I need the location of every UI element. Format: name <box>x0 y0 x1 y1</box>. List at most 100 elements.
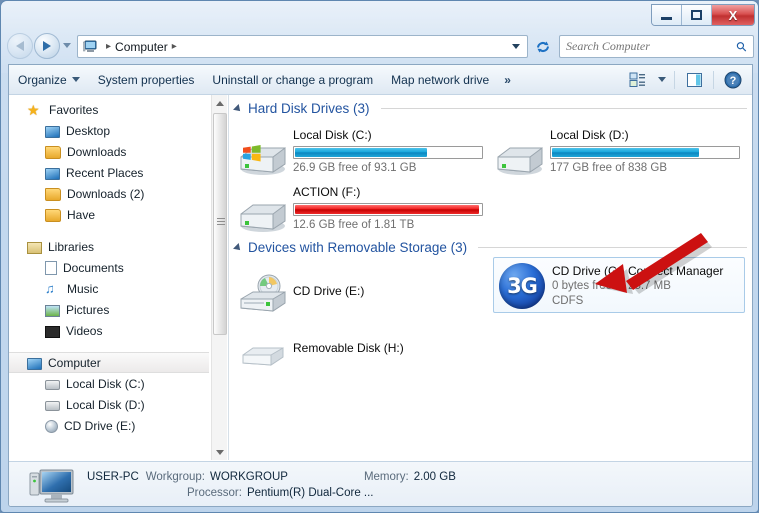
star-icon: ★ <box>27 101 40 118</box>
address-dropdown-icon[interactable] <box>512 44 520 49</box>
section-header-hard-disk-drives[interactable]: Hard Disk Drives (3) <box>233 101 747 116</box>
sidebar-item-music[interactable]: ♫ Music <box>9 278 209 299</box>
sidebar-item-music-label: Music <box>67 281 99 296</box>
drive-capacity-local-disk-d: 177 GB free of 838 GB <box>550 162 667 174</box>
recent-places-icon <box>45 167 60 180</box>
capacity-bar-action-f <box>293 203 483 216</box>
sidebar-item-videos[interactable]: Videos <box>9 320 209 341</box>
drive-info-cd-drive-g: CD Drive (G:) Connect Manager 0 bytes fr… <box>552 262 723 309</box>
views-icon <box>629 72 645 87</box>
search-box[interactable]: ⚲ <box>559 35 754 58</box>
capacity-bar-local-disk-c <box>293 146 483 159</box>
sidebar-item-pictures[interactable]: Pictures <box>9 299 209 320</box>
refresh-icon <box>537 41 549 52</box>
chevron-up-icon <box>216 100 224 106</box>
preview-pane-button[interactable] <box>679 68 709 92</box>
back-arrow-icon <box>16 41 24 51</box>
client-area: Organize System properties Uninstall or … <box>8 64 753 507</box>
drive-tile-local-disk-c[interactable]: Local Disk (C:) 26.9 GB free of 93.1 GB <box>237 123 495 179</box>
sidebar-item-cd-drive-e[interactable]: CD Drive (E:) <box>9 415 209 436</box>
uninstall-or-change-program-button[interactable]: Uninstall or change a program <box>203 69 382 91</box>
close-button[interactable]: X <box>712 5 754 25</box>
help-button[interactable]: ? <box>718 68 748 92</box>
scrollbar-thumb[interactable] <box>213 113 227 335</box>
sidebar-item-local-disk-d[interactable]: Local Disk (D:) <box>9 394 209 415</box>
sidebar-item-downloads-2[interactable]: Downloads (2) <box>9 183 209 204</box>
navigation-pane[interactable]: ★ Favorites Desktop Downloads Recent Pla… <box>9 95 209 460</box>
back-button[interactable] <box>7 33 33 59</box>
removable-disk-icon <box>242 347 284 366</box>
sidebar-item-desktop[interactable]: Desktop <box>9 120 209 141</box>
music-icon: ♫ <box>45 280 55 296</box>
map-network-drive-label: Map network drive <box>391 72 490 87</box>
sidebar-item-have[interactable]: Have <box>9 204 209 225</box>
sidebar-item-recent-places[interactable]: Recent Places <box>9 162 209 183</box>
navigation-scrollbar[interactable] <box>211 95 227 460</box>
sidebar-group-favorites[interactable]: ★ Favorites <box>9 99 209 120</box>
forward-button[interactable] <box>34 33 60 59</box>
sidebar-item-desktop-label: Desktop <box>66 123 111 138</box>
refresh-button[interactable] <box>531 35 555 58</box>
chevron-down-icon <box>658 77 666 82</box>
title-bar: X <box>1 1 758 29</box>
details-row-2: Processor: Pentium(R) Dual-Core ... <box>87 485 456 501</box>
search-input[interactable] <box>566 39 738 54</box>
section-label-hard-disk-drives: Hard Disk Drives (3) <box>248 101 370 116</box>
address-bar[interactable]: ▸ Computer ▸ <box>77 35 528 58</box>
sidebar-item-documents-label: Documents <box>63 260 124 275</box>
sidebar-item-computer-label: Computer <box>48 355 101 370</box>
toolbar-overflow-button[interactable]: » <box>498 69 517 91</box>
help-icon: ? <box>724 71 742 88</box>
sidebar-group-favorites-label: Favorites <box>49 102 99 117</box>
scroll-up-button[interactable] <box>212 95 228 111</box>
breadcrumb-computer[interactable]: Computer <box>115 40 168 54</box>
nav-buttons <box>7 33 60 59</box>
sidebar-group-libraries[interactable]: Libraries <box>9 236 209 257</box>
sidebar-item-documents[interactable]: Documents <box>9 257 209 278</box>
drive-tile-removable-disk-h[interactable]: Removable Disk (H:) <box>237 320 495 376</box>
sidebar-item-have-label: Have <box>67 207 96 222</box>
content-pane[interactable]: Hard Disk Drives (3) Local Disk (C:) 26.… <box>229 95 752 460</box>
breadcrumb-separator-1: ▸ <box>106 41 112 52</box>
change-view-button[interactable] <box>622 68 652 92</box>
drive-tile-action-f[interactable]: ACTION (F:) 12.6 GB free of 1.81 TB <box>237 180 495 236</box>
drive-capacity-cd-drive-g: 0 bytes free of 25.7 MB <box>552 280 671 292</box>
forward-arrow-icon <box>43 41 51 51</box>
sidebar-item-local-disk-c[interactable]: Local Disk (C:) <box>9 373 209 394</box>
drive-name-cd-drive-e: CD Drive (E:) <box>293 284 365 298</box>
capacity-bar-fill <box>552 148 699 157</box>
hdd-icon <box>45 401 60 411</box>
map-network-drive-button[interactable]: Map network drive <box>382 69 498 91</box>
drive-tile-cd-drive-e[interactable]: CD Drive (E:) <box>237 263 495 319</box>
minimize-button[interactable] <box>652 5 682 25</box>
hdd-icon <box>497 147 543 175</box>
video-icon <box>45 325 60 338</box>
drive-name-local-disk-d: Local Disk (D:) <box>550 128 629 142</box>
collapse-triangle-icon[interactable] <box>233 242 243 253</box>
sidebar-item-local-disk-d-label: Local Disk (D:) <box>66 397 145 412</box>
capacity-bar-fill <box>295 205 480 214</box>
scroll-down-button[interactable] <box>212 444 228 460</box>
computer-icon <box>29 469 74 503</box>
maximize-button[interactable] <box>682 5 712 25</box>
change-view-dropdown-button[interactable] <box>654 68 670 92</box>
drive-tile-cd-drive-g[interactable]: 3G CD Drive (G:) Connect Manager 0 bytes… <box>493 257 745 313</box>
workgroup-value: WORKGROUP <box>210 471 288 483</box>
section-header-removable-storage[interactable]: Devices with Removable Storage (3) <box>233 240 747 255</box>
toolbar-divider <box>674 70 675 89</box>
recent-pages-dropdown-icon[interactable] <box>63 43 71 48</box>
downloads-icon <box>45 146 61 159</box>
system-properties-button[interactable]: System properties <box>89 69 204 91</box>
drive-info-local-disk-c: Local Disk (C:) 26.9 GB free of 93.1 GB <box>293 123 483 176</box>
drive-tile-local-disk-d[interactable]: Local Disk (D:) 177 GB free of 838 GB <box>494 123 752 179</box>
sidebar-item-computer[interactable]: Computer <box>9 352 209 373</box>
details-text-block: USER-PC Workgroup: WORKGROUP Memory: 2.0… <box>87 469 456 501</box>
processor-key: Processor: <box>187 487 242 499</box>
computer-name: USER-PC <box>87 471 139 483</box>
library-icon <box>27 241 42 254</box>
organize-button[interactable]: Organize <box>9 69 89 91</box>
breadcrumb-separator-2[interactable]: ▸ <box>172 41 177 52</box>
sidebar-item-downloads[interactable]: Downloads <box>9 141 209 162</box>
collapse-triangle-icon[interactable] <box>233 103 243 114</box>
